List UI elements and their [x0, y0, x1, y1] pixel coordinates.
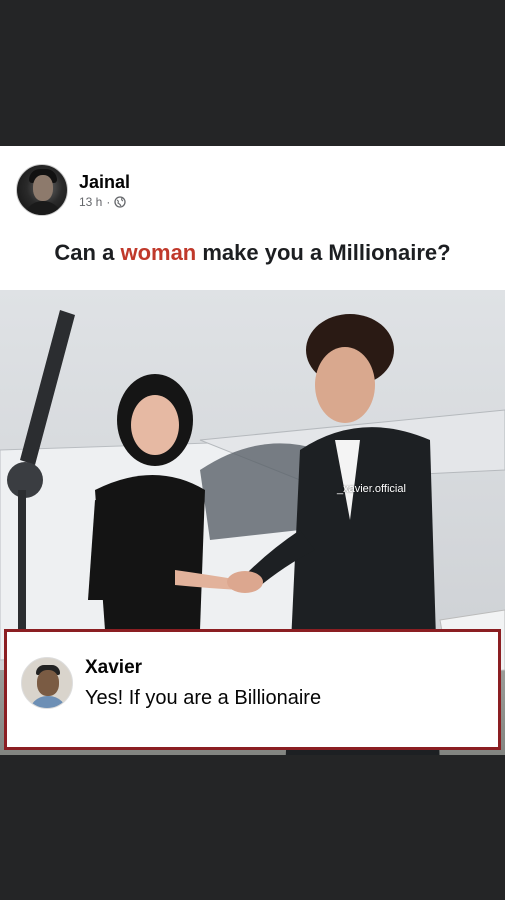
photo-watermark: _xavier.official [337, 483, 406, 495]
caption-highlight: woman [120, 240, 197, 265]
bottom-dark-band [0, 755, 505, 900]
top-dark-band [0, 0, 505, 146]
caption-after: make you a Millionaire? [196, 240, 451, 265]
author-avatar[interactable] [16, 164, 68, 216]
commenter-name[interactable]: Xavier [85, 656, 321, 680]
post-header: Jainal 13 h · [16, 164, 130, 216]
comment-text: Yes! If you are a Billionaire [85, 687, 322, 709]
post-time-row: 13 h · [79, 195, 130, 209]
post-card: Jainal 13 h · Can a woman make you a Mil… [0, 146, 505, 772]
globe-icon [114, 196, 127, 208]
post-caption: Can a woman make you a Millionaire? [0, 240, 505, 266]
author-name[interactable]: Jainal [79, 171, 130, 193]
caption-before: Can a [54, 240, 121, 265]
highlighted-comment: Xavier Yes! If you are a Billionaire [4, 629, 501, 750]
comment-bubble: Xavier Yes! If you are a Billionaire [85, 656, 321, 710]
post-time[interactable]: 13 h [79, 195, 102, 209]
commenter-avatar[interactable] [21, 657, 73, 709]
separator-dot: · [106, 195, 111, 209]
post-meta: Jainal 13 h · [79, 171, 130, 209]
